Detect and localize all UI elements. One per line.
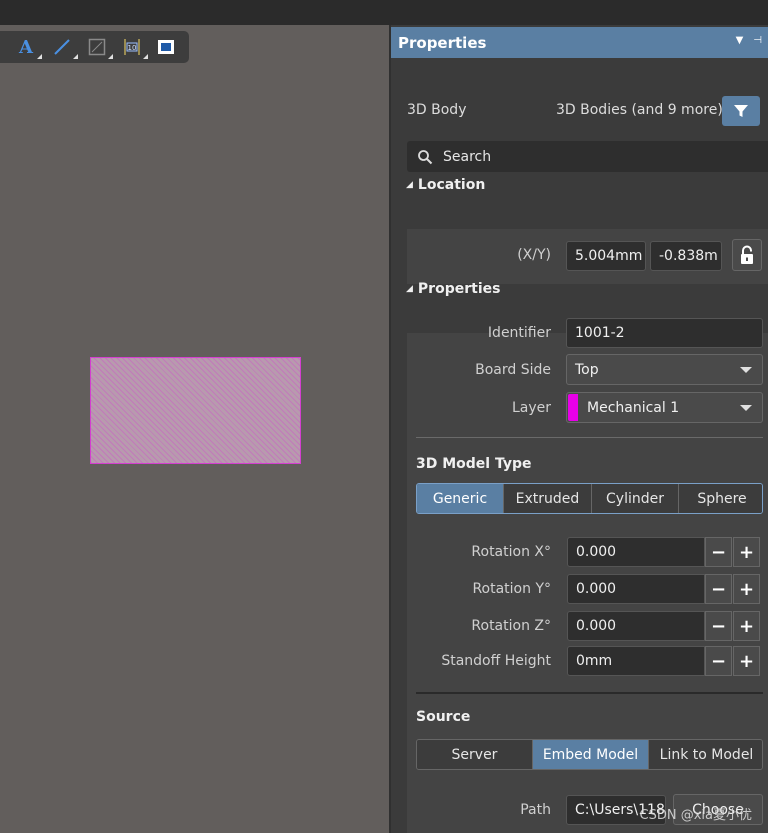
- properties-section-header[interactable]: ◢ Properties: [406, 281, 500, 297]
- source-heading: Source: [416, 709, 471, 725]
- panel-menu-icon[interactable]: ▼: [736, 35, 744, 46]
- pin-icon[interactable]: ⊣: [753, 35, 762, 46]
- source-embed-model[interactable]: Embed Model: [533, 740, 649, 769]
- rotation-x-increment[interactable]: +: [733, 537, 760, 567]
- dropdown-corner-icon: [108, 54, 113, 59]
- rotation-y-decrement[interactable]: −: [705, 574, 732, 604]
- dimension-tool-icon: 10: [124, 39, 140, 55]
- dropdown-corner-icon: [73, 54, 78, 59]
- board-side-select[interactable]: Top: [566, 354, 763, 385]
- identifier-label: Identifier: [487, 325, 551, 341]
- location-heading: Location: [417, 177, 486, 193]
- line-tool-button[interactable]: [50, 35, 78, 59]
- search-icon: [418, 149, 433, 164]
- identifier-input[interactable]: 1001-2: [566, 318, 763, 348]
- filter-icon: [734, 105, 748, 117]
- watermark: CSDN @xia夏小优: [639, 808, 752, 823]
- rotation-z-decrement[interactable]: −: [705, 611, 732, 641]
- model-type-segmented: Generic Extruded Cylinder Sphere: [416, 483, 763, 514]
- chevron-down-icon: [740, 405, 752, 411]
- model-type-sphere[interactable]: Sphere: [679, 484, 762, 513]
- source-segmented: Server Embed Model Link to Model: [416, 739, 763, 770]
- y-location-input[interactable]: -0.838m: [650, 241, 722, 271]
- rotation-x-label: Rotation X°: [471, 544, 551, 560]
- properties-panel: Properties ▼ ⊣ 3D Body 3D Bodies (and 9 …: [391, 25, 768, 833]
- lock-button[interactable]: [732, 239, 762, 271]
- standoff-increment[interactable]: +: [733, 646, 760, 676]
- svg-text:10: 10: [128, 44, 137, 52]
- path-label: Path: [520, 802, 551, 818]
- board-side-label: Board Side: [475, 362, 551, 378]
- layer-select[interactable]: Mechanical 1: [566, 392, 763, 423]
- rectangle-tool-icon: [158, 40, 174, 54]
- source-server[interactable]: Server: [417, 740, 533, 769]
- rotation-x-decrement[interactable]: −: [705, 537, 732, 567]
- layer-color-swatch: [568, 394, 578, 421]
- panel-title: Properties: [398, 33, 487, 52]
- model-type-cylinder[interactable]: Cylinder: [592, 484, 679, 513]
- model-type-extruded[interactable]: Extruded: [504, 484, 592, 513]
- object-type-label: 3D Body: [407, 102, 467, 118]
- dropdown-corner-icon: [143, 54, 148, 59]
- layer-value: Mechanical 1: [587, 399, 680, 416]
- selection-filter-button[interactable]: [722, 96, 760, 126]
- panel-header: Properties ▼ ⊣: [391, 27, 768, 58]
- chevron-down-icon: [740, 367, 752, 373]
- text-tool-button[interactable]: A: [14, 35, 42, 59]
- location-section-header[interactable]: ◢ Location: [406, 177, 485, 193]
- divider: [416, 437, 763, 438]
- dropdown-corner-icon: [37, 54, 42, 59]
- collapse-caret-icon: ◢: [406, 180, 413, 190]
- standoff-height-input[interactable]: 0mm: [567, 646, 705, 676]
- search-placeholder: Search: [443, 148, 492, 165]
- top-bar: [0, 0, 768, 25]
- rotation-z-input[interactable]: 0.000: [567, 611, 705, 641]
- rotation-y-label: Rotation Y°: [472, 581, 551, 597]
- rotation-y-increment[interactable]: +: [733, 574, 760, 604]
- model-type-heading: 3D Model Type: [416, 456, 532, 472]
- pad-tool-icon: [88, 38, 106, 56]
- standoff-height-label: Standoff Height: [441, 653, 551, 669]
- unlock-icon: [741, 245, 753, 264]
- properties-heading: Properties: [417, 281, 501, 297]
- collapse-caret-icon: ◢: [406, 284, 413, 294]
- rotation-z-label: Rotation Z°: [471, 618, 551, 634]
- board-side-value: Top: [575, 361, 599, 378]
- layer-label: Layer: [511, 400, 551, 416]
- standoff-decrement[interactable]: −: [705, 646, 732, 676]
- search-input[interactable]: Search: [407, 141, 768, 172]
- dimension-tool-button[interactable]: 10: [120, 35, 148, 59]
- rotation-y-input[interactable]: 0.000: [567, 574, 705, 604]
- x-location-input[interactable]: 5.004mm: [566, 241, 646, 271]
- xy-label: (X/Y): [517, 247, 551, 263]
- rotation-z-increment[interactable]: +: [733, 611, 760, 641]
- divider: [416, 692, 763, 694]
- rotation-x-input[interactable]: 0.000: [567, 537, 705, 567]
- active-bar-toolbar: A 10: [0, 31, 189, 63]
- selection-summary: 3D Bodies (and 9 more): [556, 102, 723, 118]
- line-tool-icon: [54, 39, 70, 55]
- model-type-generic[interactable]: Generic: [417, 484, 504, 513]
- text-tool-icon: A: [19, 36, 33, 58]
- rectangle-tool-button[interactable]: [154, 35, 178, 59]
- source-link-to-model[interactable]: Link to Model: [649, 740, 762, 769]
- pad-tool-button[interactable]: [85, 35, 113, 59]
- 3d-body-component[interactable]: [90, 357, 301, 464]
